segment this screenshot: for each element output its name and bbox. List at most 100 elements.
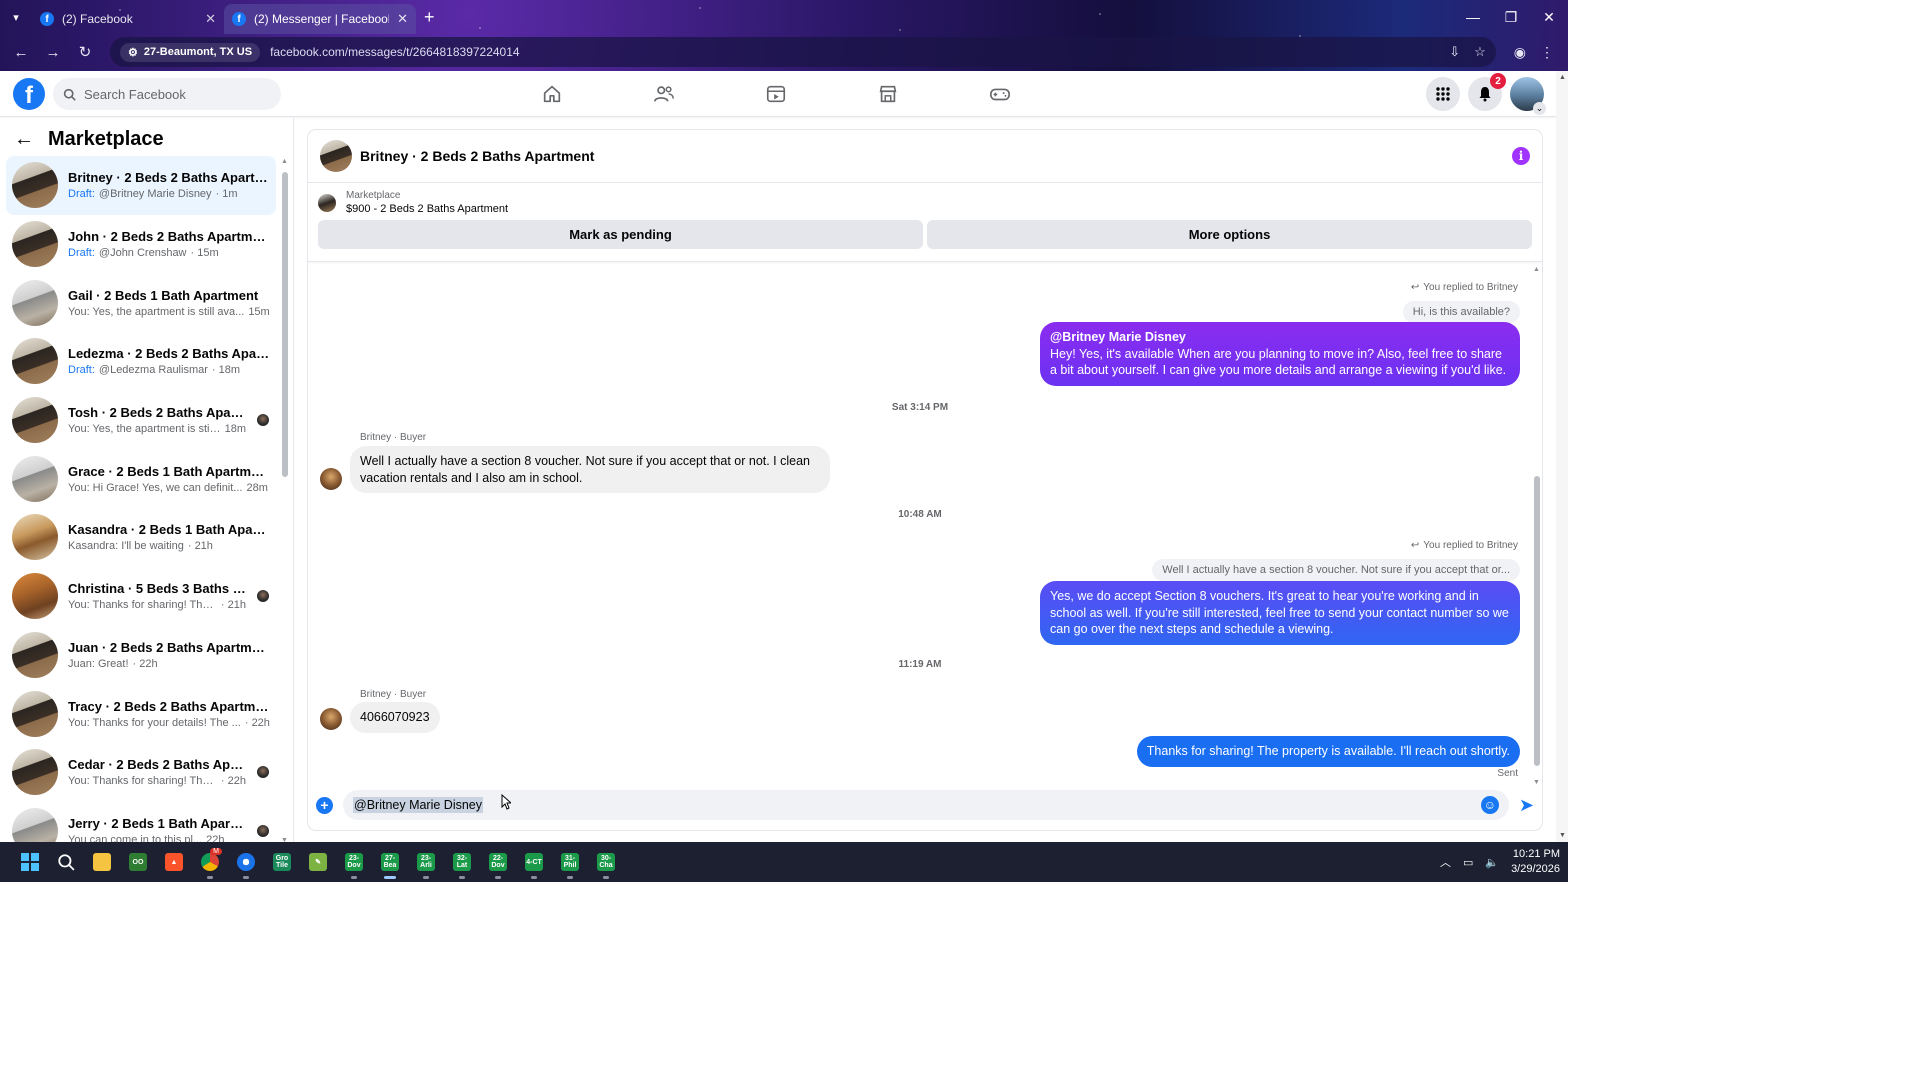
scrollbar-thumb[interactable] — [1534, 476, 1540, 766]
chevron-up-icon[interactable]: ︿ — [1440, 854, 1451, 870]
facebook-logo[interactable]: f — [13, 78, 45, 110]
scroll-up-arrow-icon[interactable]: ▲ — [1559, 74, 1566, 81]
conversation-preview: You: Thanks for sharing! The pr... · 22h — [68, 775, 246, 787]
info-icon[interactable]: i — [1512, 147, 1530, 165]
tab-facebook[interactable]: f (2) Facebook ✕ — [32, 4, 224, 34]
emoji-icon[interactable]: ☺ — [1480, 796, 1499, 814]
message-input[interactable]: @Britney Marie Disney ☺ — [343, 790, 1509, 820]
chrome-button[interactable]: M — [192, 842, 228, 882]
file-explorer-button[interactable] — [84, 842, 120, 882]
taskbar-app-oo[interactable]: OO — [120, 842, 156, 882]
search-facebook-input[interactable]: Search Facebook — [53, 78, 281, 110]
tab-messenger[interactable]: f (2) Messenger | Facebook ✕ — [224, 4, 416, 34]
conversation-item[interactable]: Christina · 5 Beds 3 Baths Hou... You: T… — [6, 567, 276, 626]
reload-icon[interactable]: ↻ — [72, 39, 98, 65]
conversation-snippet: Kasandra: I'll be waiting — [68, 540, 184, 553]
listing-price[interactable]: $900 - 2 Beds 2 Baths Apartment — [346, 203, 508, 215]
conversation-item[interactable]: Tracy · 2 Beds 2 Baths Apartment You: Th… — [6, 684, 276, 743]
tab-search-icon[interactable]: ▾ — [0, 0, 32, 34]
taskbar-app-32-lat[interactable]: 32-Lat — [444, 842, 480, 882]
close-icon[interactable]: ✕ — [205, 11, 216, 27]
close-window-icon[interactable]: ✕ — [1530, 0, 1568, 34]
chat-scrollbar[interactable]: ▲ ▼ — [1533, 266, 1541, 786]
forward-icon[interactable]: → — [40, 39, 66, 65]
taskbar-app-27-bea[interactable]: 27-Bea — [372, 842, 408, 882]
new-tab-icon[interactable]: + — [424, 7, 435, 28]
nav-gaming[interactable] — [944, 71, 1056, 117]
send-icon[interactable]: ➤ — [1519, 795, 1534, 816]
conversation-snippet: @John Crenshaw — [98, 247, 187, 260]
scroll-down-arrow-icon[interactable]: ▼ — [1559, 832, 1566, 839]
sidebar-scrollbar[interactable]: ▲ ▼ — [281, 158, 289, 842]
conversation-item[interactable]: Grace · 2 Beds 1 Bath Apartment You: Hi … — [6, 449, 276, 508]
outgoing-message[interactable]: @Britney Marie Disney Hey! Yes, it's ava… — [1040, 322, 1520, 386]
menu-kebab-icon[interactable]: ⋮ — [1540, 44, 1554, 61]
notifications-button[interactable]: 2 — [1468, 73, 1506, 111]
conversation-item[interactable]: Kasandra · 2 Beds 1 Bath Apartm... Kasan… — [6, 508, 276, 567]
install-app-icon[interactable]: ⇩ — [1449, 44, 1460, 60]
volume-icon[interactable]: 🔈 — [1485, 856, 1499, 869]
mark-as-pending-button[interactable]: Mark as pending — [318, 220, 923, 249]
account-avatar[interactable] — [1510, 77, 1546, 115]
menu-grid-button[interactable] — [1426, 77, 1460, 111]
conversation-text: Tosh · 2 Beds 2 Baths Apartm... You: Yes… — [68, 405, 246, 435]
location-chip[interactable]: ⚙ 27-Beaumont, TX US — [120, 42, 261, 62]
quoted-message[interactable]: Hi, is this available? — [1402, 301, 1520, 323]
quoted-message[interactable]: Well I actually have a section 8 voucher… — [1152, 559, 1520, 581]
conversation-time: · 21h — [220, 599, 246, 612]
taskbar-app-23-arli[interactable]: 23-Arli — [408, 842, 444, 882]
network-icon[interactable]: ▭ — [1463, 856, 1473, 869]
sender-avatar[interactable] — [320, 708, 342, 730]
page-scrollbar[interactable]: ▲ ▼ — [1556, 71, 1568, 842]
outgoing-message[interactable]: Yes, we do accept Section 8 vouchers. It… — [1040, 581, 1520, 645]
sender-avatar[interactable] — [320, 468, 342, 490]
facebook-favicon-icon: f — [232, 12, 246, 26]
back-icon[interactable]: ← — [8, 39, 34, 65]
scrollbar-thumb[interactable] — [282, 172, 288, 477]
address-bar[interactable]: ⚙ 27-Beaumont, TX US facebook.com/message… — [110, 37, 1496, 67]
taskbar-app-31-phil[interactable]: 31-Phil — [552, 842, 588, 882]
chat-title[interactable]: Britney · 2 Beds 2 Baths Apartment — [360, 148, 1504, 164]
conversation-item[interactable]: Cedar · 2 Beds 2 Baths Apart... You: Tha… — [6, 743, 276, 802]
incoming-message[interactable]: Well I actually have a section 8 voucher… — [350, 446, 830, 493]
back-arrow-icon[interactable]: ← — [14, 128, 34, 151]
conversation-item[interactable]: Ledezma · 2 Beds 2 Baths Apart... Draft:… — [6, 332, 276, 391]
nav-friends[interactable] — [608, 71, 720, 117]
conversation-item[interactable]: John · 2 Beds 2 Baths Apartment Draft: @… — [6, 215, 276, 274]
nav-video[interactable] — [720, 71, 832, 117]
minimize-icon[interactable]: — — [1454, 0, 1492, 34]
start-button[interactable] — [12, 842, 48, 882]
taskbar-app-22-dov[interactable]: 22-Dov — [480, 842, 516, 882]
profile-icon[interactable]: ◉ — [1514, 44, 1526, 61]
conversation-item[interactable]: Britney · 2 Beds 2 Baths Apartm... Draft… — [6, 156, 276, 215]
clock[interactable]: 10:21 PM 3/29/2026 — [1511, 847, 1560, 877]
outgoing-message[interactable]: Thanks for sharing! The property is avai… — [1136, 736, 1520, 767]
incoming-message[interactable]: 4066070923 — [350, 702, 440, 733]
nav-home[interactable] — [496, 71, 608, 117]
listing-thumbnail — [12, 690, 58, 737]
taskbar-app-4-ct[interactable]: 4-CT — [516, 842, 552, 882]
listing-thumbnail[interactable] — [318, 193, 336, 212]
scroll-up-arrow-icon[interactable]: ▲ — [281, 158, 288, 165]
taskbar-app-grotile[interactable]: Gro Tile — [264, 842, 300, 882]
taskbar-app-30-cha[interactable]: 30-Cha — [588, 842, 624, 882]
url-text: facebook.com/messages/t/2664818397224014 — [270, 45, 520, 59]
conversation-item[interactable]: Gail · 2 Beds 1 Bath Apartment You: Yes,… — [6, 273, 276, 332]
chrome-blue-button[interactable] — [228, 842, 264, 882]
conversation-item[interactable]: Juan · 2 Beds 2 Baths Apartment Juan: Gr… — [6, 626, 276, 685]
conversation-item[interactable]: Jerry · 2 Beds 1 Bath Apartment You can … — [6, 802, 276, 842]
taskbar-app-notepad[interactable]: ✎ — [300, 842, 336, 882]
plus-icon[interactable]: + — [316, 796, 333, 814]
nav-marketplace[interactable] — [832, 71, 944, 117]
restore-icon[interactable]: ❐ — [1492, 0, 1530, 34]
close-icon[interactable]: ✕ — [397, 11, 408, 27]
conversation-item[interactable]: Tosh · 2 Beds 2 Baths Apartm... You: Yes… — [6, 391, 276, 450]
scroll-up-arrow-icon[interactable]: ▲ — [1533, 266, 1540, 273]
taskbar-search-button[interactable] — [48, 842, 84, 882]
brave-browser-button[interactable]: ▲ — [156, 842, 192, 882]
listing-avatar[interactable] — [320, 140, 352, 172]
bookmark-star-icon[interactable]: ☆ — [1474, 44, 1486, 60]
conversation-snippet: You: Thanks for your details! The ... — [68, 716, 241, 729]
taskbar-app-23-dov[interactable]: 23-Dov — [336, 842, 372, 882]
more-options-button[interactable]: More options — [927, 220, 1532, 249]
